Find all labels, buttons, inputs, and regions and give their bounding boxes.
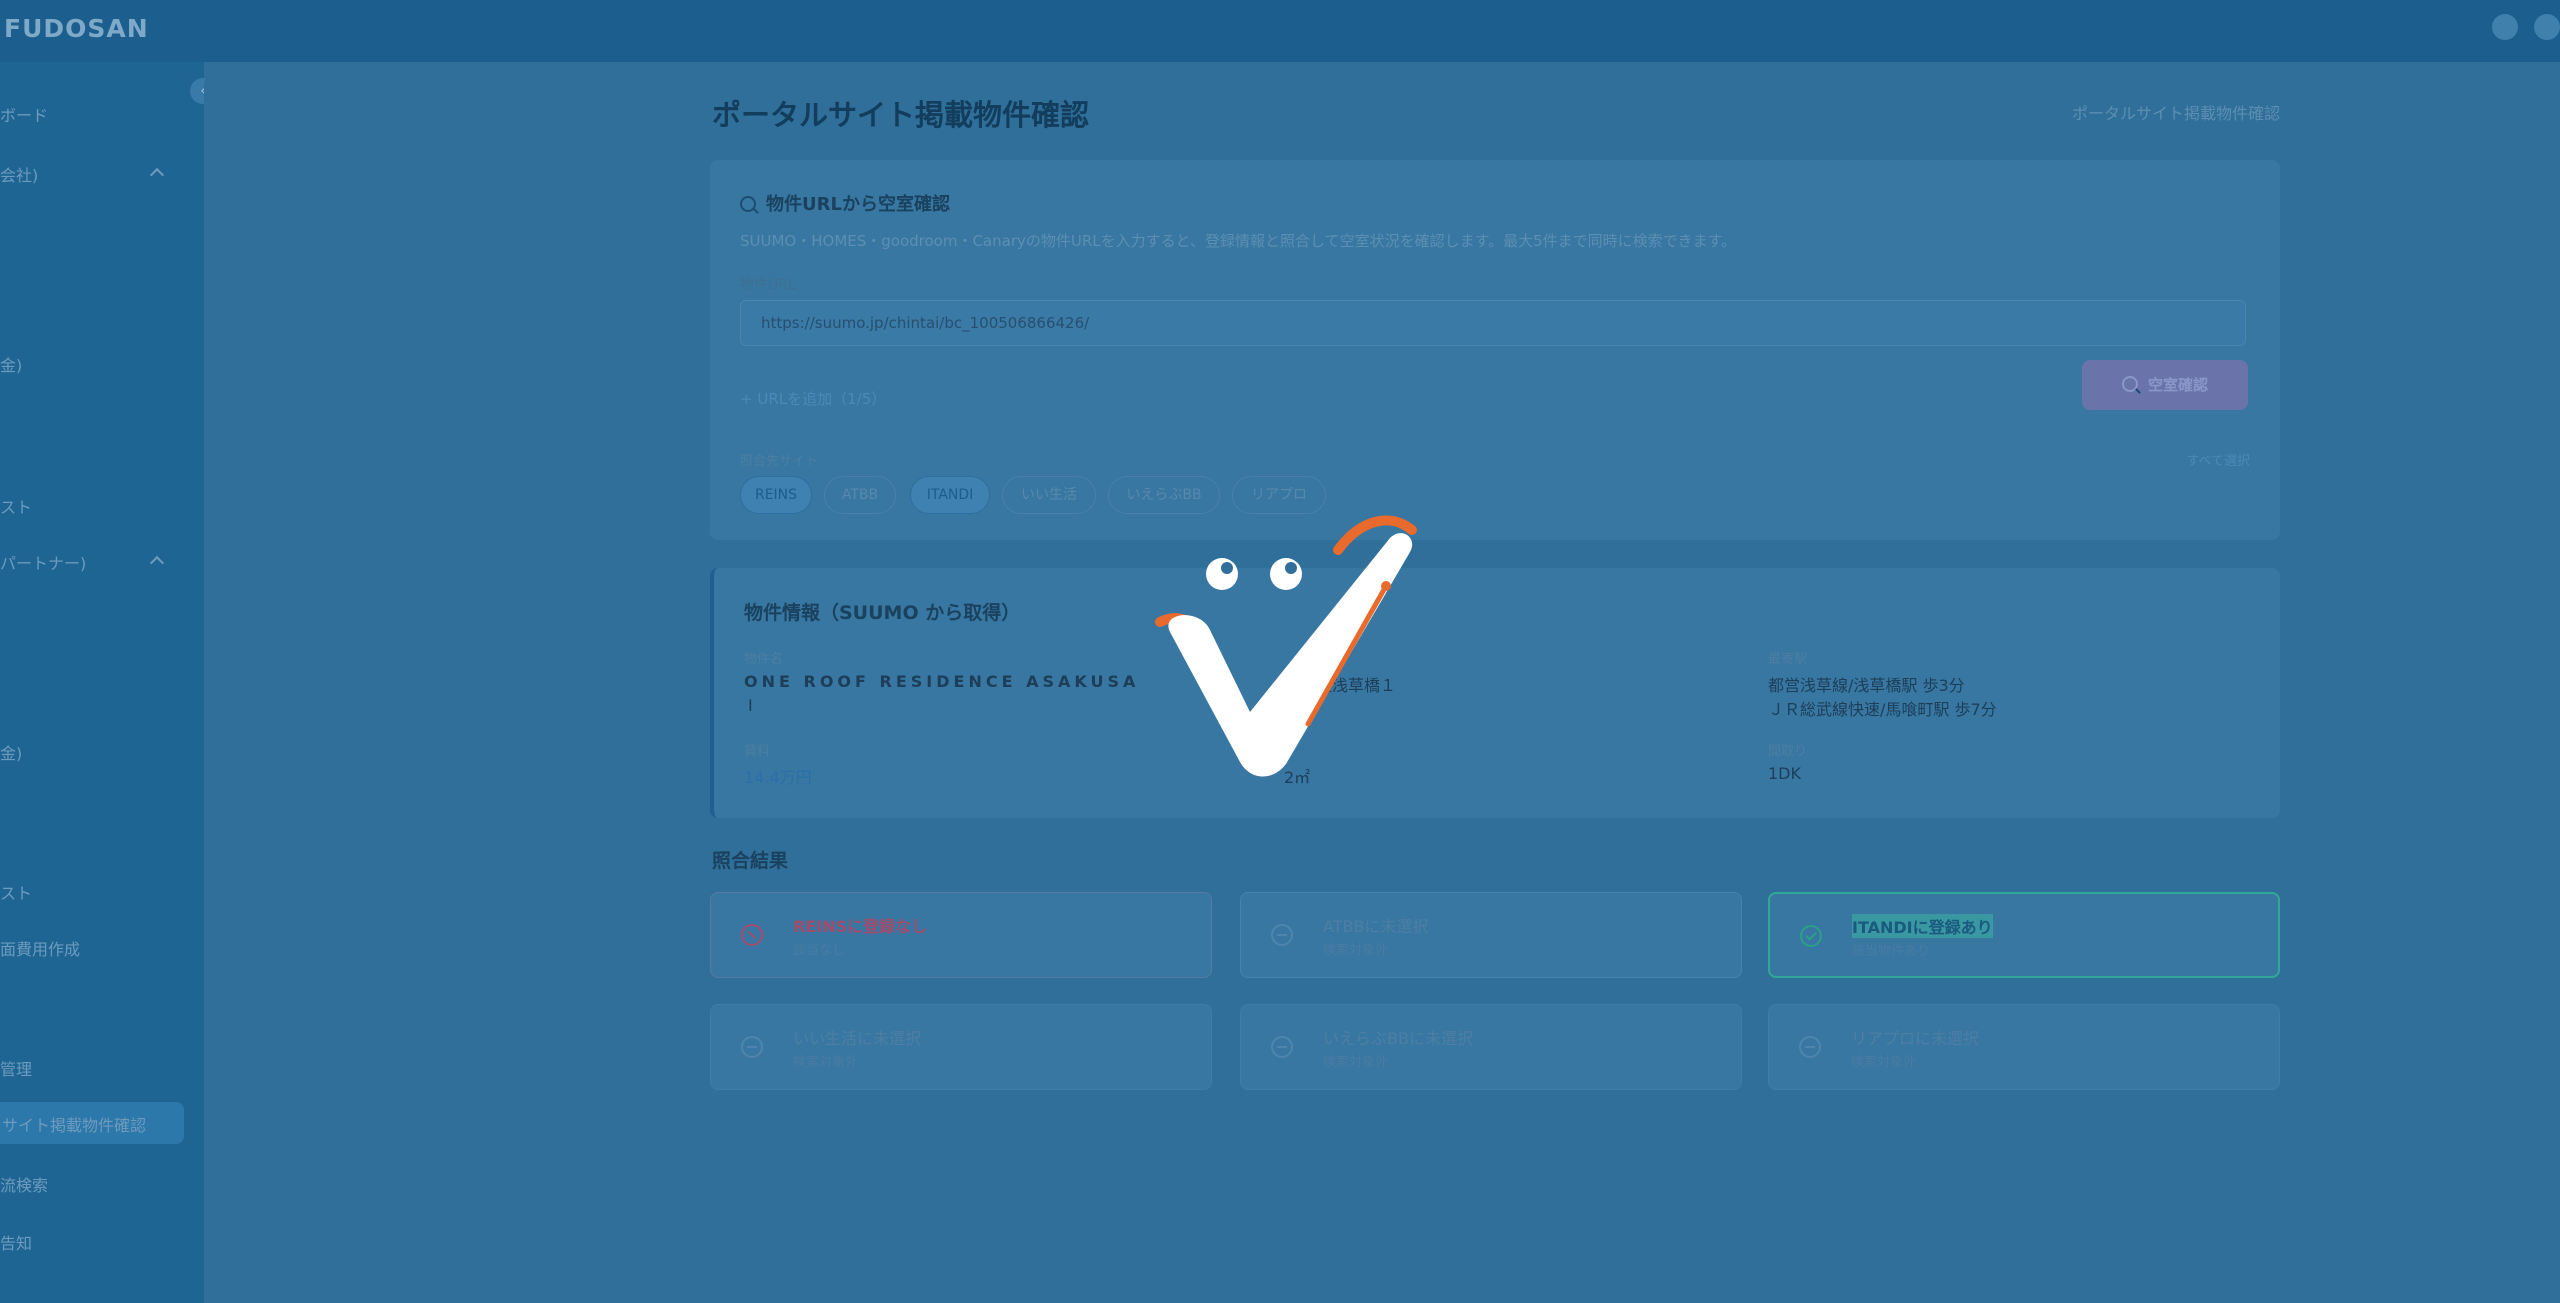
property-info-card: 物件情報（SUUMO から取得） 物件名 ONE ROOF RESIDENCE … <box>710 568 2280 818</box>
chevron-up-icon[interactable] <box>149 555 165 571</box>
source-sites-label: 照合先サイト <box>740 454 819 469</box>
result-sub: 検索対象外 <box>1851 1055 1917 1070</box>
station-label: 最寄駅 <box>1768 652 1808 667</box>
result-title: ATBBに未選択 <box>1323 917 1429 936</box>
property-info-title: 物件情報（SUUMO から取得） <box>744 602 1021 624</box>
layout-value: 1DK <box>1768 764 1801 783</box>
vacancy-check-label: 空室確認 <box>2147 376 2208 394</box>
result-card-riapro[interactable]: リアプロに未選択 検索対象外 <box>1768 1004 2280 1090</box>
card-title: 物件URLから空室確認 <box>740 190 950 216</box>
sidebar-item-dashboard[interactable]: ボード <box>0 102 48 126</box>
rent-label: 賃料 <box>744 744 771 759</box>
property-name-value: ONE ROOF RESIDENCE ASAKUSA <box>744 672 1140 691</box>
sidebar-item-money[interactable]: 金) <box>0 352 22 376</box>
url-search-card: 物件URLから空室確認 SUUMO・HOMES・goodroom・Canaryの… <box>710 160 2280 540</box>
results-title: 照合結果 <box>712 850 789 872</box>
page-title: ポータルサイト掲載物件確認 <box>712 98 1090 132</box>
result-title: ITANDIに登録あり <box>1852 914 1993 938</box>
sidebar-item-manage[interactable]: 管理 <box>0 1056 32 1080</box>
result-card-iiseikatsu[interactable]: いい生活に未選択 検索対象外 <box>710 1004 1212 1090</box>
source-chip-ierabu[interactable]: いえらぶBB <box>1108 476 1220 514</box>
minus-circle-icon <box>1271 924 1293 946</box>
notification-icon[interactable] <box>2492 14 2518 40</box>
sidebar-item-portal-check[interactable]: サイト掲載物件確認 <box>0 1102 184 1144</box>
search-card-title: 物件URLから空室確認 <box>766 194 950 215</box>
result-sub: 検索対象外 <box>793 1055 859 1070</box>
sidebar-item-list-2[interactable]: スト <box>0 880 32 904</box>
sidebar-item-list[interactable]: スト <box>0 494 32 518</box>
url-input[interactable]: https://suumo.jp/chintai/bc_100506866426… <box>740 300 2246 346</box>
result-sub: 該当物件あり <box>1852 944 1931 959</box>
breadcrumb[interactable]: ポータルサイト掲載物件確認 <box>2072 100 2280 124</box>
vacancy-check-button[interactable]: 空室確認 <box>2082 360 2248 410</box>
search-description: SUUMO・HOMES・goodroom・Canaryの物件URLを入力すると、… <box>740 232 1737 250</box>
sidebar-item-cost[interactable]: 面費用作成 <box>0 936 80 960</box>
result-title: リアプロに未選択 <box>1851 1029 1980 1048</box>
source-chip-itandi[interactable]: ITANDI <box>910 476 990 514</box>
result-title: いい生活に未選択 <box>793 1029 922 1048</box>
minus-circle-icon <box>1799 1036 1821 1058</box>
result-sub: 検索対象外 <box>1323 943 1389 958</box>
station-value-1: 都営浅草線/浅草橋駅 歩3分 <box>1768 676 1965 695</box>
result-card-reins[interactable]: REINSに登録なし 該当なし <box>710 892 1212 978</box>
sidebar-item-partner[interactable]: パートナー) <box>0 550 86 574</box>
source-chip-riapro[interactable]: リアプロ <box>1232 476 1326 514</box>
sidebar: ボード 会社) 金) スト パートナー) 金) スト 面費用作成 管理 サイト掲… <box>0 62 204 1303</box>
chevron-up-icon[interactable] <box>149 167 165 183</box>
brand-logo: FUDOSAN <box>4 14 149 43</box>
source-chip-reins[interactable]: REINS <box>740 476 812 514</box>
select-all-link[interactable]: すべて選択 <box>2186 450 2250 469</box>
result-title: REINSに登録なし <box>793 917 928 936</box>
result-card-ierabu[interactable]: いえらぶBBに未選択 検索対象外 <box>1240 1004 1742 1090</box>
rent-value: 14.4万円 <box>744 768 812 787</box>
sidebar-item-company[interactable]: 会社) <box>0 162 38 186</box>
source-chip-atbb[interactable]: ATBB <box>824 476 896 514</box>
user-icon[interactable] <box>2534 14 2560 40</box>
property-name-label: 物件名 <box>744 652 784 667</box>
result-title: いえらぶBBに未選択 <box>1323 1029 1473 1048</box>
top-bar: FUDOSAN <box>0 0 2560 62</box>
url-label: 物件URL <box>740 277 796 293</box>
result-card-itandi[interactable]: ITANDIに登録あり 該当物件あり <box>1768 892 2280 978</box>
sidebar-item-search[interactable]: 流検索 <box>0 1172 48 1196</box>
result-sub: 該当なし <box>793 943 846 958</box>
property-name-value-2: Ⅰ <box>748 696 753 715</box>
station-value-2: ＪＲ総武線快速/馬喰町駅 歩7分 <box>1768 700 1997 719</box>
sidebar-item-notice[interactable]: 告知 <box>0 1230 32 1254</box>
result-sub: 検索対象外 <box>1323 1055 1389 1070</box>
sidebar-item-money-2[interactable]: 金) <box>0 740 22 764</box>
search-icon <box>740 196 756 212</box>
add-url-button[interactable]: + URLを追加（1/5） <box>740 388 886 409</box>
check-circle-icon <box>1800 925 1822 947</box>
minus-circle-icon <box>741 1036 763 1058</box>
loading-checkmark-icon <box>1155 515 1417 777</box>
result-card-atbb[interactable]: ATBBに未選択 検索対象外 <box>1240 892 1742 978</box>
source-chip-iiseikatsu[interactable]: いい生活 <box>1002 476 1096 514</box>
close-circle-icon <box>741 924 763 946</box>
search-icon <box>2121 376 2138 392</box>
layout-label: 間取り <box>1768 744 1808 759</box>
minus-circle-icon <box>1271 1036 1293 1058</box>
